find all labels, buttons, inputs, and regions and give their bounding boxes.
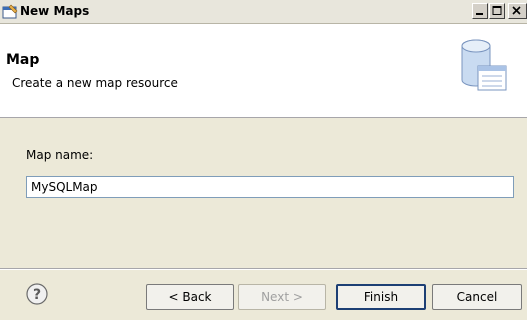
close-icon (512, 6, 521, 15)
minimize-icon (476, 13, 483, 15)
page-title: Map (6, 52, 40, 68)
maximize-icon (492, 6, 502, 15)
map-name-input[interactable] (26, 176, 514, 198)
wizard-icon (2, 4, 18, 19)
wizard-header: Map Create a new map resource (0, 24, 527, 118)
cancel-button[interactable]: Cancel (432, 284, 522, 310)
svg-text:?: ? (33, 287, 41, 303)
database-table-icon (461, 39, 507, 91)
page-description: Create a new map resource (12, 76, 178, 90)
next-button[interactable]: Next > (238, 284, 326, 310)
new-maps-dialog: New Maps Map Create a new map resource M… (0, 0, 527, 320)
window-title: New Maps (20, 4, 90, 18)
title-bar[interactable]: New Maps (0, 0, 527, 24)
wizard-body: Map name: (0, 118, 527, 268)
maximize-button[interactable] (489, 3, 505, 19)
map-name-label: Map name: (26, 148, 94, 162)
minimize-button[interactable] (472, 3, 488, 19)
back-button[interactable]: < Back (146, 284, 234, 310)
help-icon[interactable]: ? (26, 283, 48, 305)
finish-button[interactable]: Finish (336, 284, 426, 310)
wizard-footer: ? < Back Next > Finish Cancel (0, 270, 527, 320)
close-button[interactable] (508, 3, 527, 19)
